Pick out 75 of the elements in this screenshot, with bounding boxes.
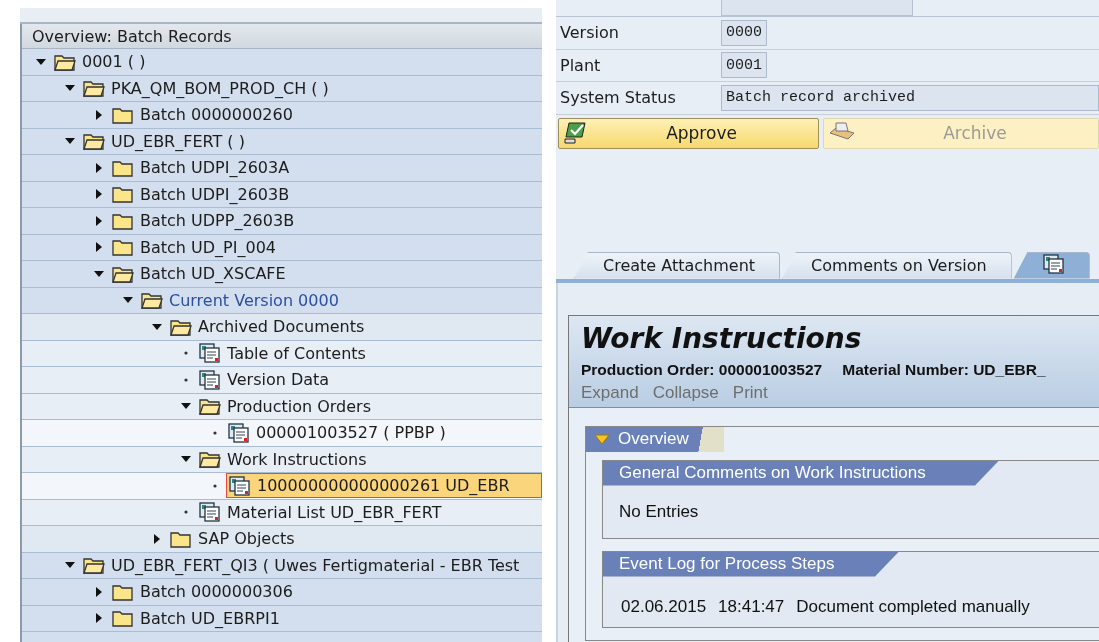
log-date: 02.06.2015 — [621, 596, 707, 617]
document-icon — [229, 475, 251, 496]
tree-node[interactable]: Batch UDPP_2603B — [110, 209, 299, 233]
document-icon — [199, 343, 221, 364]
tree-node[interactable]: Batch UD_XSCAFE — [110, 262, 290, 286]
open-folder-icon — [54, 52, 76, 71]
folder-icon — [112, 582, 134, 601]
expand-arrow-icon[interactable] — [94, 215, 104, 226]
tree-node[interactable]: Batch UD_PI_004 — [110, 235, 280, 259]
tree-node[interactable]: UD_EBR_FERT ( ) — [81, 129, 249, 153]
folder-icon — [112, 158, 134, 177]
checkmark-stamp-icon — [563, 121, 589, 145]
bullet-icon — [213, 483, 217, 488]
document-icon — [1042, 253, 1065, 274]
input-field[interactable]: 0000 — [721, 19, 767, 46]
expand-arrow-icon[interactable] — [94, 613, 104, 624]
collapse-arrow-icon — [594, 433, 610, 445]
tree-node[interactable]: Batch 0000000306 — [110, 580, 297, 604]
tree-node[interactable]: Batch UD_EBRPI1 — [110, 606, 284, 630]
expand-arrow-icon[interactable] — [94, 109, 104, 120]
tab[interactable]: Create Attachment — [574, 251, 781, 279]
production-order: Production Order: 000001003527 — [581, 360, 823, 379]
approve-button[interactable]: Approve — [558, 117, 820, 149]
open-folder-icon — [199, 397, 221, 416]
expand-arrow-icon[interactable] — [94, 242, 104, 253]
folder-icon — [112, 185, 134, 204]
open-folder-icon — [83, 132, 105, 151]
bullet-icon — [184, 377, 188, 382]
section-header[interactable]: Overview — [586, 426, 724, 452]
tree-node[interactable]: 100000000000000261 UD_EBR — [226, 473, 542, 499]
open-folder-icon — [83, 79, 105, 98]
tree-node[interactable]: Batch UDPI_2603A — [110, 156, 294, 180]
bullet-icon — [184, 510, 188, 515]
document-icon — [199, 502, 221, 523]
input-field[interactable]: 0001 — [721, 52, 767, 79]
open-folder-icon — [112, 264, 134, 283]
tree-node[interactable]: Current Version 0000 — [139, 288, 343, 312]
expand-arrow-icon[interactable] — [152, 533, 162, 544]
field-label: Plant — [560, 55, 602, 75]
tree-node[interactable]: 0001 ( ) — [52, 50, 150, 74]
material-number: Material Number: UD_EBR_ — [842, 360, 1046, 379]
tab[interactable]: Comments on Version — [782, 251, 1012, 279]
open-folder-icon — [141, 291, 163, 310]
tree-node[interactable]: Batch UDPI_2603B — [110, 182, 294, 206]
open-folder-icon — [199, 450, 221, 469]
folder-icon — [112, 238, 134, 257]
open-folder-icon — [170, 317, 192, 336]
log-time: 18:41:47 — [718, 596, 785, 617]
tree-node[interactable]: PKA_QM_BOM_PROD_CH ( ) — [81, 76, 333, 100]
collapse-arrow-icon[interactable] — [36, 56, 46, 67]
subsection-header: General Comments on Work Instructions — [603, 460, 999, 486]
collapse-arrow-icon[interactable] — [152, 321, 162, 332]
input-field[interactable]: Batch record archived — [721, 84, 1099, 111]
bullet-icon — [213, 430, 217, 435]
tree-node[interactable]: Batch 0000000260 — [110, 103, 297, 127]
folder-icon — [112, 211, 134, 230]
field-label: System Status — [560, 88, 677, 108]
folder-icon — [170, 529, 192, 548]
expand-arrow-icon[interactable] — [94, 162, 104, 173]
input-field[interactable] — [721, 0, 913, 16]
document-title: Work Instructions — [581, 321, 863, 355]
expand-arrow-icon[interactable] — [94, 189, 104, 200]
panel-title: Overview: Batch Records — [22, 24, 542, 49]
tree-node[interactable]: UD_EBR_FERT_QI3 ( Uwes Fertigmaterial - EBR Test — [81, 553, 524, 577]
empty-message: No Entries — [618, 500, 700, 523]
field-label: Version — [560, 23, 620, 43]
subsection-header: Event Log for Process Steps — [603, 551, 899, 577]
expand-arrow-icon[interactable] — [94, 586, 104, 597]
bullet-icon — [184, 351, 188, 356]
log-message: Document completed manually — [796, 596, 1030, 617]
open-folder-icon — [83, 556, 105, 575]
folder-icon — [112, 609, 134, 628]
tab[interactable] — [1013, 251, 1090, 279]
folder-icon — [112, 105, 134, 124]
collapse-arrow-icon[interactable] — [94, 268, 104, 279]
